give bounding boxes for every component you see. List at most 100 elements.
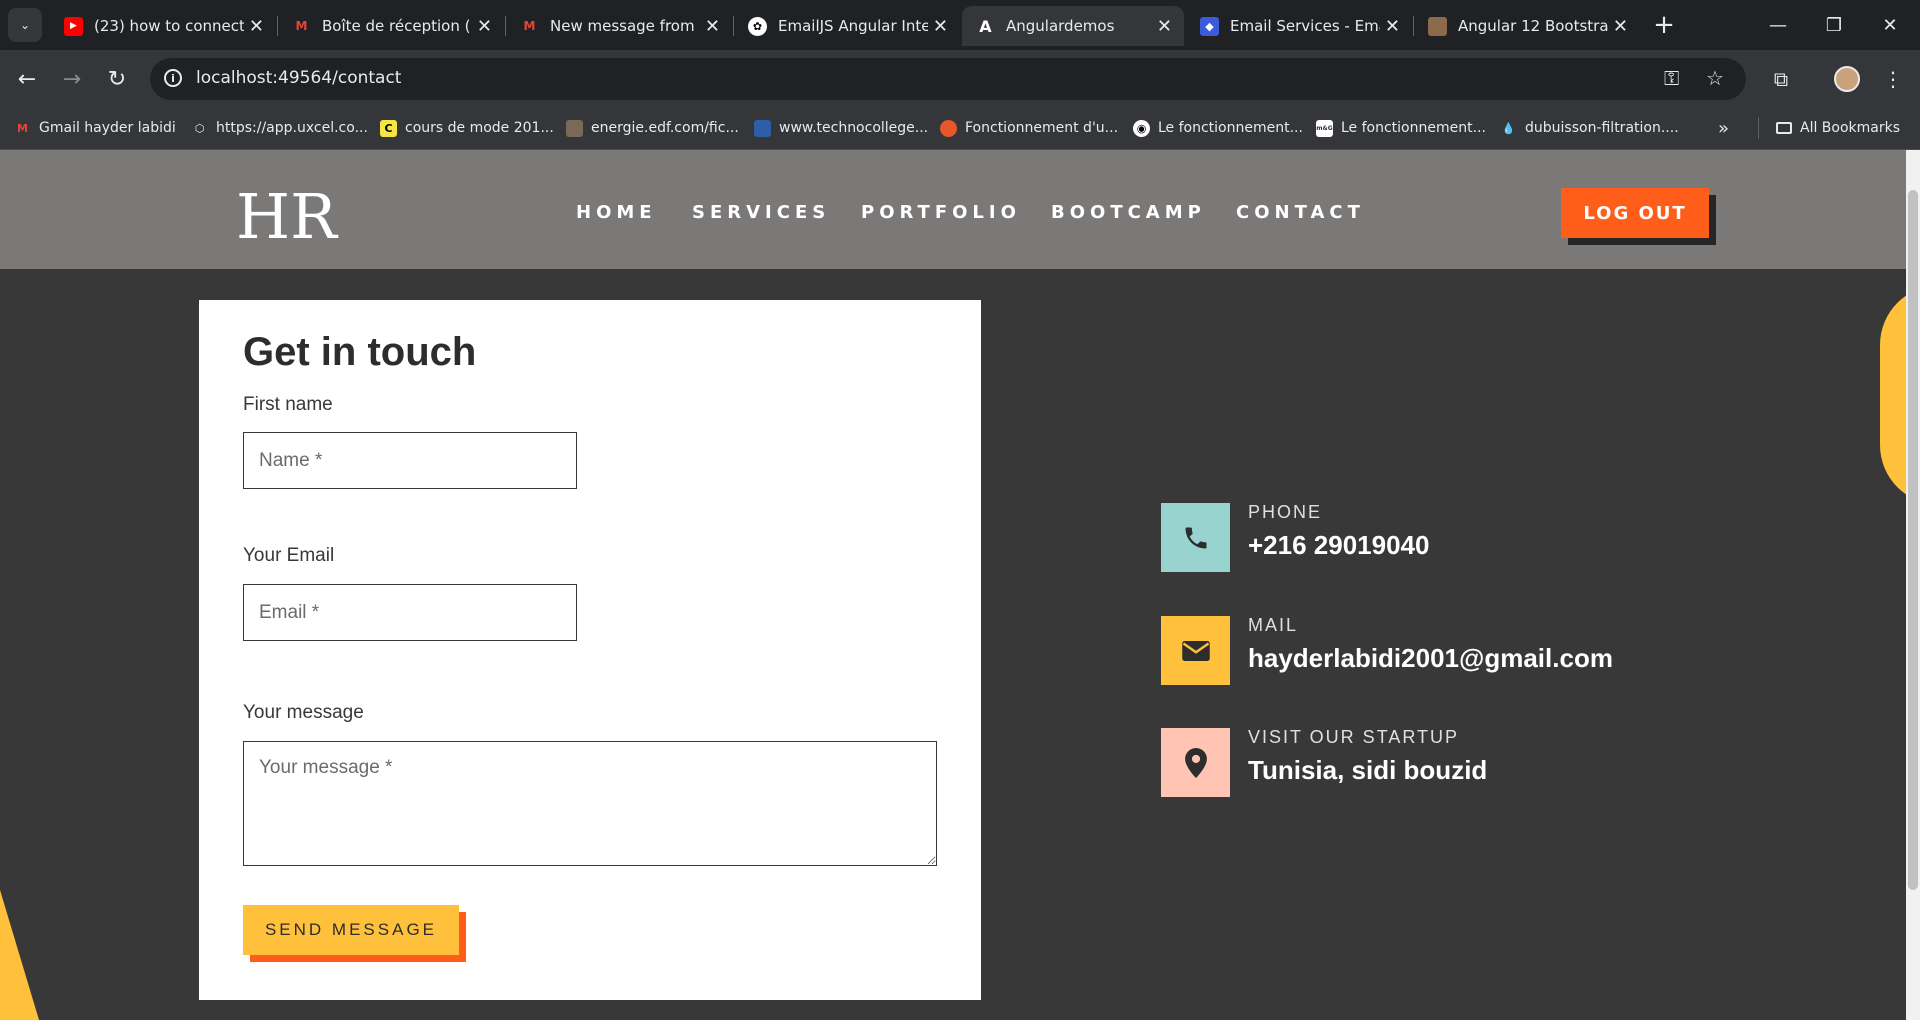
address-bar[interactable]: i localhost:49564/contact ⚿ ☆	[150, 58, 1746, 100]
extensions-icon[interactable]: ⧉	[1764, 62, 1798, 96]
page-scrollbar[interactable]	[1906, 150, 1920, 1020]
page-viewport: HRD HOME SERVICES PORTFOLIO BOOTCAMP CON…	[0, 150, 1906, 1020]
logo-text: HRD	[236, 180, 340, 242]
location-pin-icon	[1161, 728, 1230, 797]
location-caption: VISIT OUR STARTUP	[1248, 727, 1460, 747]
site-info-icon[interactable]: i	[164, 69, 182, 87]
tab-title: Boîte de réception (1	[322, 17, 472, 35]
contact-location: VISIT OUR STARTUP Tunisia, sidi bouzid	[1161, 727, 1721, 798]
close-window-button[interactable]: ✕	[1866, 0, 1914, 50]
tab-title: (23) how to connect e	[94, 17, 244, 35]
browser-tab-angular-bootstrap[interactable]: Angular 12 Bootstrap ✕	[1414, 6, 1640, 46]
browser-tab-angulardemos[interactable]: A Angulardemos ✕	[962, 6, 1184, 46]
browser-tab-email-services[interactable]: ◆ Email Services - Emai ✕	[1186, 6, 1412, 46]
close-tab-icon[interactable]: ✕	[1613, 16, 1628, 37]
first-name-input[interactable]	[243, 432, 577, 489]
phone-caption: PHONE	[1248, 502, 1323, 522]
email-input[interactable]	[243, 584, 577, 641]
tab-search-button[interactable]: ⌄	[8, 8, 42, 42]
bookmark-item[interactable]: www.technocollege...	[754, 117, 928, 139]
bookmark-item[interactable]: m&G Le fonctionnement...	[1316, 117, 1486, 139]
site-header: HRD HOME SERVICES PORTFOLIO BOOTCAMP CON…	[0, 150, 1906, 269]
bookmarks-bar: M Gmail hayder labidi ⬡ https://app.uxce…	[0, 108, 1920, 150]
browser-tab-gmail-inbox[interactable]: M Boîte de réception (1 ✕	[278, 6, 504, 46]
youtube-icon: ▶	[64, 16, 83, 36]
reload-button[interactable]: ↻	[100, 62, 134, 96]
mail-caption: MAIL	[1248, 615, 1299, 635]
close-tab-icon[interactable]: ✕	[1385, 16, 1400, 37]
browser-tab-gmail-message[interactable]: M New message from - ✕	[506, 6, 732, 46]
contact-mail: MAIL hayderlabidi2001@gmail.com	[1161, 615, 1721, 686]
tab-title: Angular 12 Bootstrap	[1458, 17, 1608, 35]
tab-title: Angulardemos	[1006, 17, 1115, 35]
more-bookmarks-chevron-icon[interactable]: »	[1718, 117, 1729, 139]
coursera-icon: C	[380, 119, 397, 137]
first-name-label: First name	[243, 394, 333, 415]
bookmark-label: Gmail hayder labidi	[39, 120, 176, 136]
bookmark-item[interactable]: M Gmail hayder labidi	[14, 117, 176, 139]
bookmark-star-icon[interactable]: ☆	[1706, 66, 1724, 90]
folder-blue-icon	[754, 119, 771, 137]
form-title: Get in touch	[243, 330, 477, 374]
all-bookmarks-button[interactable]: All Bookmarks	[1776, 117, 1900, 139]
browser-tab-emailjs[interactable]: ✿ EmailJS Angular Integ ✕	[734, 6, 960, 46]
drop-icon: 💧	[1501, 121, 1516, 135]
decorative-yellow-shape	[1880, 285, 1906, 505]
bookmark-label: www.technocollege...	[779, 120, 929, 136]
bookmark-label: dubuisson-filtration....	[1525, 120, 1679, 136]
back-button[interactable]: ←	[10, 62, 44, 96]
tab-title: EmailJS Angular Integ	[778, 17, 928, 35]
url-text[interactable]: localhost:49564/contact	[196, 68, 401, 88]
cube-icon: ⬡	[194, 121, 205, 135]
close-tab-icon[interactable]: ✕	[249, 16, 264, 37]
browser-toolbar: ← → ↻ i localhost:49564/contact ⚿ ☆ ⧉ ⋮	[0, 50, 1920, 108]
browser-tab-youtube[interactable]: ▶ (23) how to connect e ✕	[50, 6, 276, 46]
tab-title: New message from -	[550, 17, 700, 35]
new-tab-button[interactable]: +	[1650, 8, 1678, 42]
nav-home[interactable]: HOME	[576, 202, 657, 223]
phone-icon	[1161, 503, 1230, 572]
contact-phone: PHONE +216 29019040	[1161, 502, 1721, 573]
site-logo[interactable]: HRD	[236, 180, 340, 242]
decorative-yellow-shape	[0, 890, 48, 1020]
menu-kebab-icon[interactable]: ⋮	[1876, 62, 1910, 96]
bookmark-label: https://app.uxcel.co...	[216, 120, 368, 136]
bookmark-item[interactable]: energie.edf.com/fic...	[566, 117, 739, 139]
tab-title: Email Services - Emai	[1230, 17, 1380, 35]
location-value: Tunisia, sidi bouzid	[1248, 755, 1488, 785]
bookmark-item[interactable]: ⬡ https://app.uxcel.co...	[191, 117, 368, 139]
message-textarea[interactable]	[243, 741, 937, 866]
password-key-icon[interactable]: ⚿	[1664, 66, 1679, 90]
bookmark-item[interactable]: Fonctionnement d'u...	[940, 117, 1118, 139]
phone-value: +216 29019040	[1248, 530, 1430, 560]
nav-services[interactable]: SERVICES	[692, 202, 830, 223]
email-label: Your Email	[243, 545, 335, 566]
profile-avatar[interactable]	[1834, 66, 1860, 92]
contact-form-card: Get in touch First name Your Email Your …	[199, 300, 981, 1000]
scrollbar-thumb[interactable]	[1908, 190, 1918, 890]
emailjs-icon: ◆	[1200, 16, 1219, 36]
bookmark-label: energie.edf.com/fic...	[591, 120, 739, 136]
bookmark-item[interactable]: 💧 dubuisson-filtration....	[1500, 117, 1679, 139]
message-label: Your message	[243, 702, 364, 723]
nav-portfolio[interactable]: PORTFOLIO	[861, 202, 1021, 223]
close-tab-icon[interactable]: ✕	[933, 16, 948, 37]
nav-contact[interactable]: CONTACT	[1236, 202, 1365, 223]
close-tab-icon[interactable]: ✕	[1157, 16, 1172, 37]
close-tab-icon[interactable]: ✕	[477, 16, 492, 37]
close-tab-icon[interactable]: ✕	[705, 16, 720, 37]
msg-icon: m&G	[1316, 119, 1333, 137]
bookmarks-divider	[1758, 117, 1759, 139]
send-message-button[interactable]: SEND MESSAGE	[243, 905, 459, 955]
logout-button[interactable]: LOG OUT	[1561, 188, 1709, 238]
restore-button[interactable]: ❐	[1810, 0, 1858, 50]
bookmark-item[interactable]: ◉ Le fonctionnement...	[1133, 117, 1303, 139]
minimize-button[interactable]: —	[1754, 0, 1802, 50]
bookmark-label: Fonctionnement d'u...	[965, 120, 1119, 136]
bookmark-item[interactable]: C cours de mode 201...	[380, 117, 554, 139]
nav-bootcamp[interactable]: BOOTCAMP	[1051, 202, 1206, 223]
forward-button[interactable]: →	[55, 62, 89, 96]
mail-icon	[1161, 616, 1230, 685]
browser-tab-strip: ⌄ ▶ (23) how to connect e ✕ M Boîte de r…	[0, 0, 1920, 50]
angular-icon: A	[979, 16, 992, 36]
